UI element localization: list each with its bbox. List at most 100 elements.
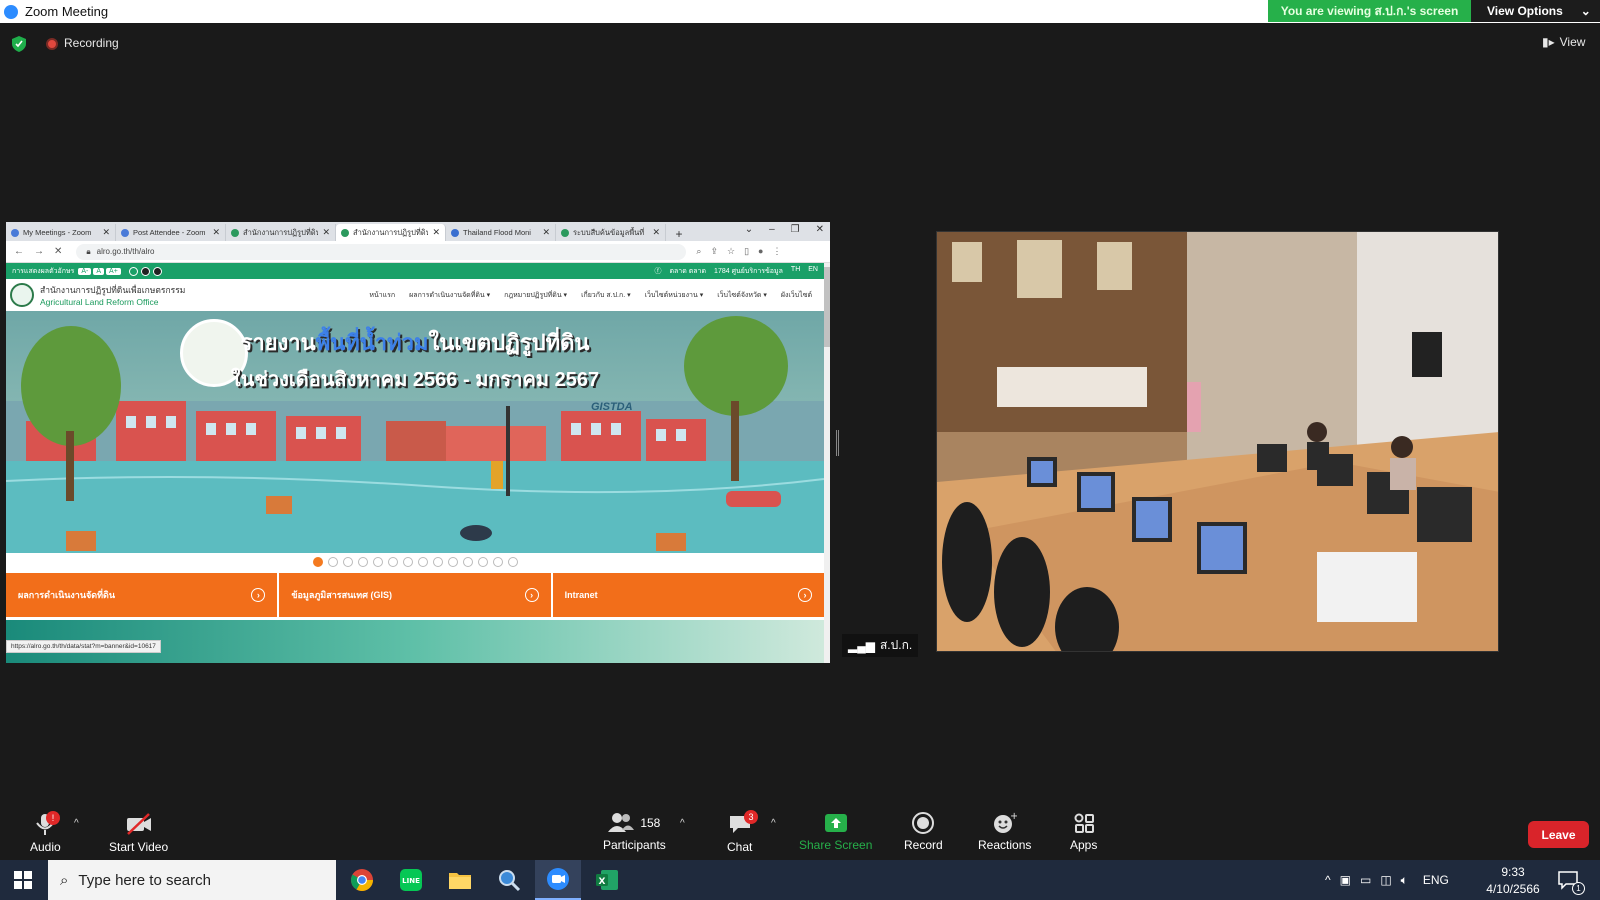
carousel-dot[interactable] <box>402 557 413 567</box>
lang-en[interactable]: EN <box>808 266 818 277</box>
carousel-dot[interactable] <box>372 557 383 567</box>
input-language[interactable]: ENG <box>1423 873 1449 887</box>
panel-splitter-handle[interactable] <box>836 430 839 456</box>
menu-icon[interactable]: ⋮ <box>772 246 781 257</box>
taskbar-search-app[interactable] <box>486 860 532 900</box>
taskbar-file-explorer[interactable] <box>437 860 483 900</box>
view-options-button[interactable]: View Options ⌄ <box>1471 0 1600 22</box>
contrast-dark-button[interactable] <box>140 266 150 276</box>
new-tab-button[interactable]: + <box>666 227 692 241</box>
participant-video[interactable] <box>936 231 1499 652</box>
page-scrollbar[interactable] <box>824 263 830 663</box>
gistda-logo: GISTDA <box>591 401 633 413</box>
security-shield-icon[interactable] <box>12 36 26 52</box>
carousel-dot[interactable] <box>417 557 428 567</box>
profile-icon[interactable]: ● <box>758 246 763 257</box>
alro-seal-logo[interactable] <box>10 283 34 307</box>
card-label: ผลการดำเนินงานจัดที่ดิน <box>18 590 116 600</box>
close-icon[interactable]: ✕ <box>652 227 660 238</box>
close-icon[interactable]: ✕ <box>432 227 440 238</box>
card-intranet[interactable]: Intranet › <box>552 573 824 617</box>
carousel-dot[interactable] <box>342 557 353 567</box>
contrast-high-button[interactable] <box>152 266 162 276</box>
meet-now-icon[interactable]: ▣ <box>1340 873 1351 887</box>
browser-tab[interactable]: Post Attendee - Zoom ✕ <box>116 224 226 241</box>
browser-tab[interactable]: My Meetings - Zoom ✕ <box>6 224 116 241</box>
menu-province-sites[interactable]: เว็บไซต์จังหวัด ▾ <box>717 290 767 301</box>
menu-results[interactable]: ผลการดำเนินงานจัดที่ดิน ▾ <box>409 290 490 301</box>
carousel-dot[interactable] <box>432 557 443 567</box>
taskbar-search-box[interactable]: ⌕ Type here to search <box>48 860 336 900</box>
minimize-icon[interactable]: – <box>769 224 775 235</box>
carousel-dot[interactable] <box>477 557 488 567</box>
hero-banner[interactable]: รายงานพื้นที่น้ำท่วมในเขตปฏิรูปที่ดิน ใน… <box>6 311 824 553</box>
browser-tab[interactable]: Thailand Flood Moni ✕ <box>446 224 556 241</box>
shared-screen[interactable]: My Meetings - Zoom ✕ Post Attendee - Zoom… <box>6 222 830 663</box>
display-icon[interactable]: ▭ <box>1360 873 1371 887</box>
tab-search-icon[interactable]: ⌄ <box>745 224 753 235</box>
apps-button[interactable]: Apps <box>1070 812 1097 852</box>
record-button[interactable]: Record <box>904 812 943 852</box>
participants-options-caret-icon[interactable]: ^ <box>680 818 685 829</box>
menu-sitemap[interactable]: ผังเว็บไซต์ <box>781 290 812 301</box>
network-icon[interactable]: ◫ <box>1380 873 1391 887</box>
menu-agency-sites[interactable]: เว็บไซต์หน่วยงาน ▾ <box>645 290 704 301</box>
zoom-icon[interactable]: ⌕ <box>696 246 701 257</box>
taskbar-line[interactable]: LINE <box>388 860 434 900</box>
volume-icon[interactable]: 🔈︎ <box>1401 873 1408 888</box>
show-hidden-icons-icon[interactable]: ^ <box>1325 873 1331 887</box>
lock-icon: 🔒︎ <box>86 246 91 256</box>
reactions-label: Reactions <box>978 838 1032 852</box>
view-button[interactable]: ▮▸ View <box>1542 35 1585 49</box>
font-larger-button[interactable]: A+ <box>106 267 121 275</box>
close-icon[interactable]: ✕ <box>322 227 330 238</box>
org-name-th: สำนักงานการปฏิรูปที่ดินเพื่อเกษตรกรรม <box>40 285 186 295</box>
reactions-button[interactable]: + Reactions <box>978 812 1031 852</box>
sidebar-icon[interactable]: ▯ <box>744 246 749 257</box>
carousel-dot[interactable] <box>507 557 518 567</box>
taskbar-zoom[interactable] <box>535 860 581 900</box>
card-gis[interactable]: ข้อมูลภูมิสารสนเทศ (GIS) › <box>279 573 551 617</box>
leave-button[interactable]: Leave <box>1528 821 1589 848</box>
taskbar-clock[interactable]: 9:33 4/10/2566 <box>1480 864 1546 898</box>
carousel-dot[interactable] <box>357 557 368 567</box>
card-land-results[interactable]: ผลการดำเนินงานจัดที่ดิน › <box>6 573 278 617</box>
chat-options-caret-icon[interactable]: ^ <box>771 818 776 829</box>
close-window-icon[interactable]: ✕ <box>816 224 824 235</box>
carousel-dot[interactable] <box>327 557 338 567</box>
restore-icon[interactable]: ❐ <box>791 224 800 235</box>
lang-th[interactable]: TH <box>791 266 800 277</box>
carousel-dot[interactable] <box>492 557 503 567</box>
browser-tab[interactable]: ระบบสืบค้นข้อมูลพื้นที่ ✕ <box>556 224 666 241</box>
close-icon[interactable]: ✕ <box>542 227 550 238</box>
contrast-default-button[interactable] <box>128 266 138 276</box>
bookmark-star-icon[interactable]: ☆ <box>727 246 735 257</box>
close-icon[interactable]: ✕ <box>212 227 220 238</box>
account-label[interactable]: ตลาด ตลาด <box>669 266 706 277</box>
carousel-dot[interactable] <box>387 557 398 567</box>
share-screen-button[interactable]: Share Screen <box>799 812 872 852</box>
close-icon[interactable]: ✕ <box>102 227 110 238</box>
menu-home[interactable]: หน้าแรก <box>369 290 395 301</box>
menu-about[interactable]: เกี่ยวกับ ส.ป.ก. ▾ <box>581 290 631 301</box>
start-button[interactable] <box>0 860 46 900</box>
facebook-icon[interactable]: ⓕ <box>654 266 661 277</box>
participants-button[interactable]: 158 Participants <box>603 812 666 852</box>
forward-icon[interactable]: → <box>34 246 44 257</box>
back-icon[interactable]: ← <box>14 246 24 257</box>
font-normal-button[interactable]: A <box>93 267 105 275</box>
start-video-button[interactable]: Start Video <box>109 812 168 854</box>
share-icon[interactable]: ⇪ <box>710 246 718 257</box>
browser-tab-active[interactable]: สำนักงานการปฏิรูปที่ดิน ✕ <box>336 224 446 241</box>
taskbar-chrome[interactable] <box>339 860 385 900</box>
url-field[interactable]: 🔒︎ alro.go.th/th/alro <box>76 243 687 260</box>
carousel-dot[interactable] <box>447 557 458 567</box>
menu-law[interactable]: กฎหมายปฏิรูปที่ดิน ▾ <box>504 290 567 301</box>
audio-options-caret-icon[interactable]: ^ <box>74 818 79 829</box>
browser-tab[interactable]: สำนักงานการปฏิรูปที่ดิน ✕ <box>226 224 336 241</box>
stop-loading-icon[interactable]: ✕ <box>54 246 62 257</box>
font-smaller-button[interactable]: A- <box>78 267 92 275</box>
carousel-dot[interactable] <box>312 557 323 567</box>
carousel-dot[interactable] <box>462 557 473 567</box>
taskbar-excel[interactable]: X <box>584 860 630 900</box>
